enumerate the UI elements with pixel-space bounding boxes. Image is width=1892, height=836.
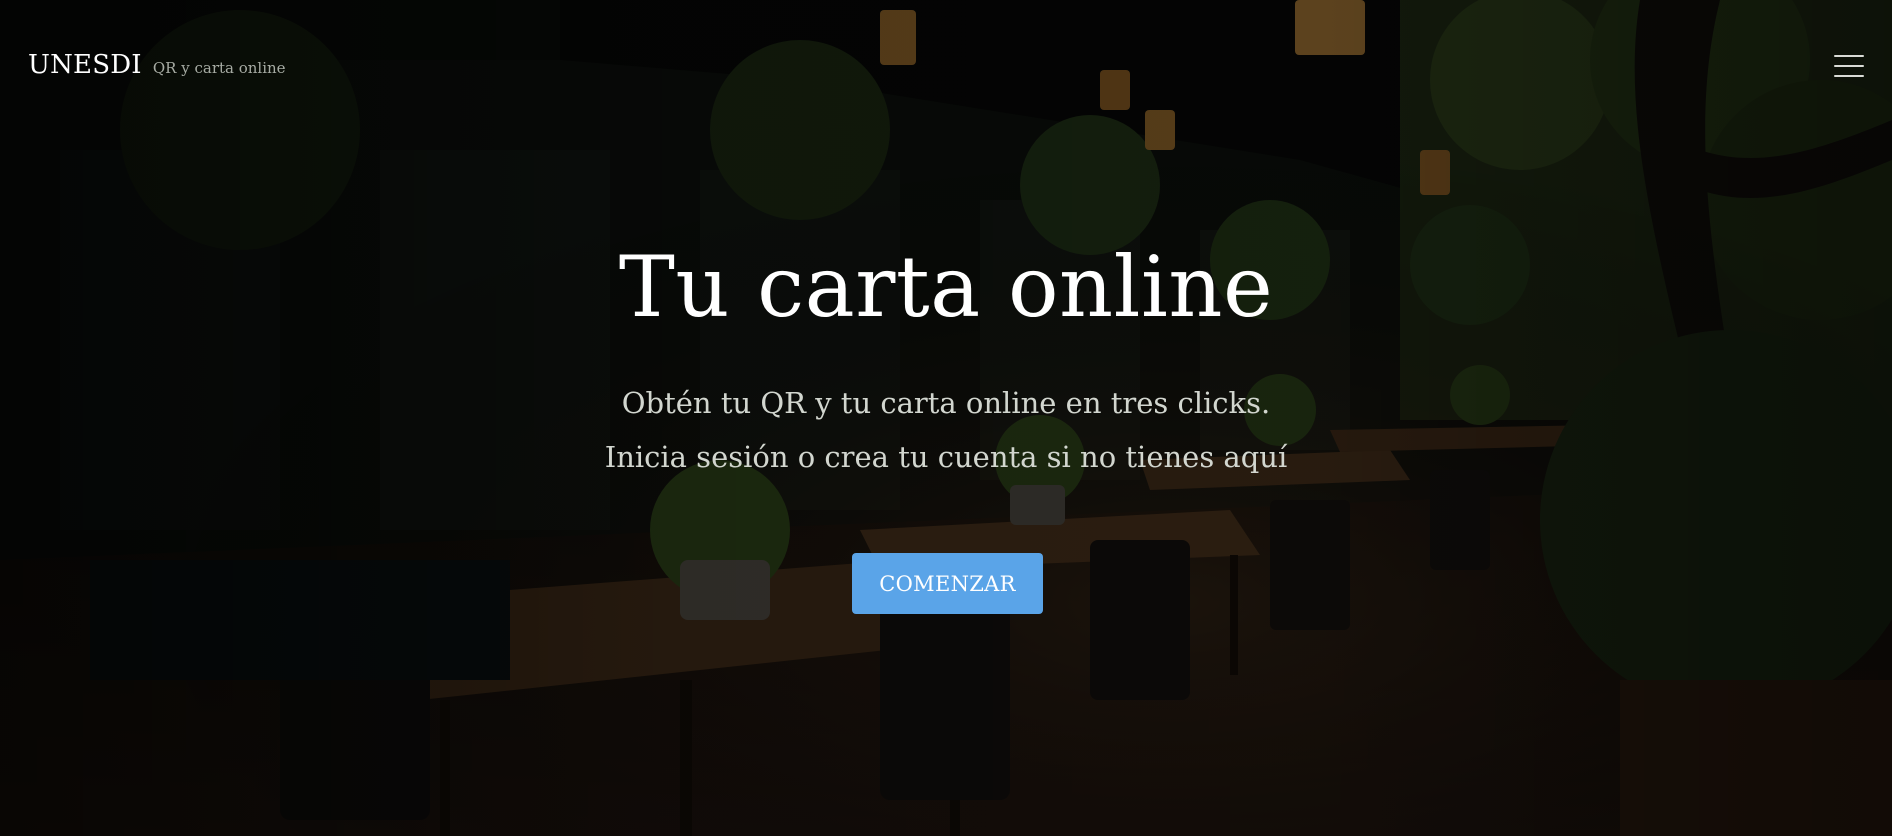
hero-section: UNESDI QR y carta online Tu carta online… xyxy=(0,0,1892,836)
hamburger-menu-icon[interactable] xyxy=(1834,52,1864,80)
top-navigation-bar: UNESDI QR y carta online xyxy=(0,0,1892,130)
start-button[interactable]: COMENZAR xyxy=(852,553,1043,614)
brand-tagline: QR y carta online xyxy=(152,59,286,77)
brand-name: UNESDI xyxy=(28,50,142,80)
hero-subtitle-line2: Inicia sesión o crea tu cuenta si no tie… xyxy=(604,440,1288,474)
hero-subtitle-line1: Obtén tu QR y tu carta online en tres cl… xyxy=(621,386,1271,420)
menu-line xyxy=(1834,75,1864,77)
brand-logo[interactable]: UNESDI QR y carta online xyxy=(28,50,286,80)
menu-line xyxy=(1834,55,1864,57)
hero-title: Tu carta online xyxy=(618,238,1274,336)
menu-line xyxy=(1834,65,1864,67)
